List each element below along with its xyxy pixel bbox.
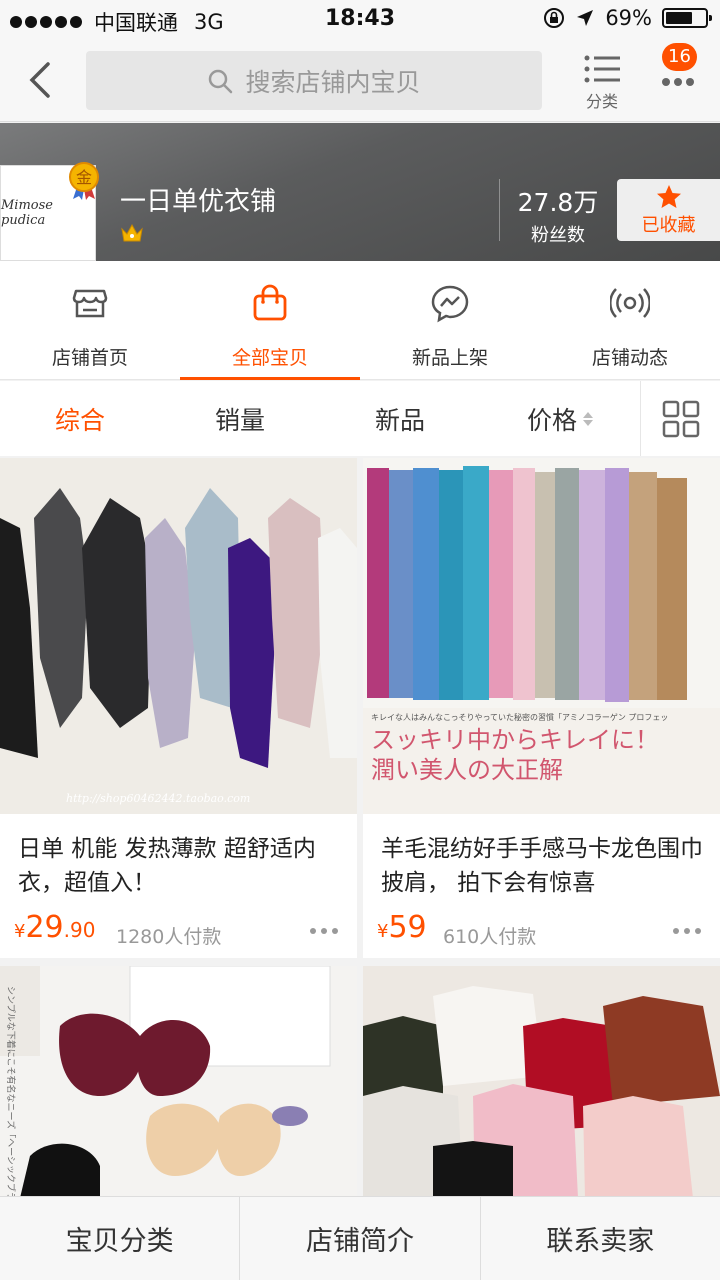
more-dots-icon[interactable] xyxy=(309,926,339,936)
sort-comprehensive[interactable]: 综合 xyxy=(0,381,160,456)
currency-symbol: ¥ xyxy=(377,921,389,942)
category-button[interactable]: 分类 xyxy=(578,54,626,112)
product-card[interactable] xyxy=(363,966,720,1198)
search-placeholder: 搜索店铺内宝贝 xyxy=(245,67,421,97)
tab-label: 店铺首页 xyxy=(51,347,128,369)
battery-icon xyxy=(662,8,712,28)
watermark-text: http://shop60462442.taobao.com xyxy=(66,792,250,805)
price-main: 59 xyxy=(388,910,427,945)
more-dots-icon[interactable] xyxy=(672,926,702,936)
gold-medal-text: 金 xyxy=(76,168,92,187)
sort-price[interactable]: 价格 xyxy=(480,381,640,456)
location-icon xyxy=(577,10,594,26)
sold-count: 1280人付款 xyxy=(116,926,222,948)
store-icon xyxy=(72,289,108,318)
product-photo-bras: シンプルな下着にこそ有名なニーズ「ヘーシックブランド」 xyxy=(0,966,357,1198)
product-grid: http://shop60462442.taobao.com 日单 机能 发热薄… xyxy=(0,458,720,1198)
status-right: 69% xyxy=(543,6,712,30)
broadcast-icon xyxy=(610,288,650,318)
header-divider xyxy=(499,179,500,241)
favorite-button[interactable]: 已收藏 xyxy=(617,179,720,241)
gold-medal-icon: 金 xyxy=(69,162,99,200)
overlay-headline-2: 潤い美人の大正解 xyxy=(371,756,563,784)
product-card[interactable]: シンプルな下着にこそ有名なニーズ「ヘーシックブランド」 xyxy=(0,966,357,1198)
new-chat-icon xyxy=(431,285,469,323)
product-price: ¥29.90 xyxy=(14,910,95,945)
rotation-lock-icon xyxy=(544,8,565,28)
overlay-headline-1: スッキリ中からキレイに！ xyxy=(371,726,659,754)
tab-label: 全部宝贝 xyxy=(231,347,308,369)
category-label: 分类 xyxy=(585,92,618,111)
sort-price-label: 价格 xyxy=(526,405,577,435)
sold-count: 610人付款 xyxy=(443,926,537,948)
price-main: 29 xyxy=(25,910,64,945)
message-badge: 16 xyxy=(662,43,697,71)
product-photo-scarves: キレイな人はみんなこっそりやっていた秘密の習慣「アミノコラーゲン プロフェッ ス… xyxy=(363,458,720,814)
tab-all-items[interactable]: 全部宝贝 xyxy=(180,261,360,380)
shop-logo-text: Mimose pudica xyxy=(1,198,53,228)
sort-arrows-icon xyxy=(583,411,593,426)
star-icon xyxy=(656,185,681,208)
nav-bar: 搜索店铺内宝贝 分类 16 xyxy=(0,40,720,122)
product-image[interactable]: http://shop60462442.taobao.com xyxy=(0,458,357,814)
list-icon xyxy=(584,55,620,83)
bottom-item-shop-intro[interactable]: 店铺简介 xyxy=(240,1197,481,1280)
overlay-small-text: キレイな人はみんなこっそりやっていた秘密の習慣「アミノコラーゲン プロフェッ xyxy=(371,712,668,722)
shop-name: 一日单优衣铺 xyxy=(120,187,277,217)
tab-new-arrivals[interactable]: 新品上架 xyxy=(360,261,540,380)
back-arrow-icon[interactable] xyxy=(22,58,62,102)
bottom-bar: 宝贝分类 店铺简介 联系卖家 xyxy=(0,1196,720,1280)
tab-label: 店铺动态 xyxy=(591,347,668,369)
product-image[interactable] xyxy=(363,966,720,1198)
product-image[interactable]: キレイな人はみんなこっそりやっていた秘密の習慣「アミノコラーゲン プロフェッ ス… xyxy=(363,458,720,814)
product-image[interactable]: シンプルな下着にこそ有名なニーズ「ヘーシックブランド」 xyxy=(0,966,357,1198)
status-bar: 中国联通 3G 18:43 69% xyxy=(0,0,720,40)
product-photo-innerwear: http://shop60462442.taobao.com xyxy=(0,458,357,814)
grid-icon xyxy=(662,400,699,437)
bag-icon xyxy=(253,284,287,321)
currency-symbol: ¥ xyxy=(14,921,26,942)
fans-count-block: 27.8万 粉丝数 xyxy=(502,183,614,247)
price-cents: .90 xyxy=(63,918,96,942)
fans-count: 27.8万 xyxy=(517,188,599,217)
sort-bar: 综合 销量 新品 价格 xyxy=(0,381,720,456)
shop-header: Mimose pudica 金 一日单优衣铺 27.8万 粉丝数 已收藏 xyxy=(0,123,720,261)
crown-icon xyxy=(121,223,143,242)
product-photo-sweaters xyxy=(363,966,720,1198)
tab-store-home[interactable]: 店铺首页 xyxy=(0,261,180,380)
sort-newest[interactable]: 新品 xyxy=(320,381,480,456)
sort-sales[interactable]: 销量 xyxy=(160,381,320,456)
bottom-item-contact-seller[interactable]: 联系卖家 xyxy=(481,1197,720,1280)
tab-store-feed[interactable]: 店铺动态 xyxy=(540,261,720,380)
magazine-text: シンプルな下着にこそ有名なニーズ「ヘーシックブランド」 xyxy=(5,986,17,1198)
favorite-label: 已收藏 xyxy=(641,215,696,236)
bottom-item-categories[interactable]: 宝贝分类 xyxy=(0,1197,241,1280)
product-title[interactable]: 羊毛混纺好手手感马卡龙色围巾披肩， 拍下会有惊喜 xyxy=(381,832,706,900)
shop-tabs: 店铺首页 全部宝贝 新品上架 店铺动态 xyxy=(0,261,720,380)
fans-label: 粉丝数 xyxy=(531,225,585,246)
tab-label: 新品上架 xyxy=(411,347,488,369)
product-card[interactable]: キレイな人はみんなこっそりやっていた秘密の習慣「アミノコラーゲン プロフェッ ス… xyxy=(363,458,720,958)
product-price: ¥59 xyxy=(377,910,427,945)
product-card[interactable]: http://shop60462442.taobao.com 日单 机能 发热薄… xyxy=(0,458,357,958)
product-title[interactable]: 日单 机能 发热薄款 超舒适内衣，超值入！ xyxy=(18,832,343,900)
search-input[interactable]: 搜索店铺内宝贝 xyxy=(86,51,542,110)
grid-toggle-button[interactable] xyxy=(640,381,720,456)
battery-percent: 69% xyxy=(605,6,652,30)
search-icon xyxy=(209,69,233,93)
